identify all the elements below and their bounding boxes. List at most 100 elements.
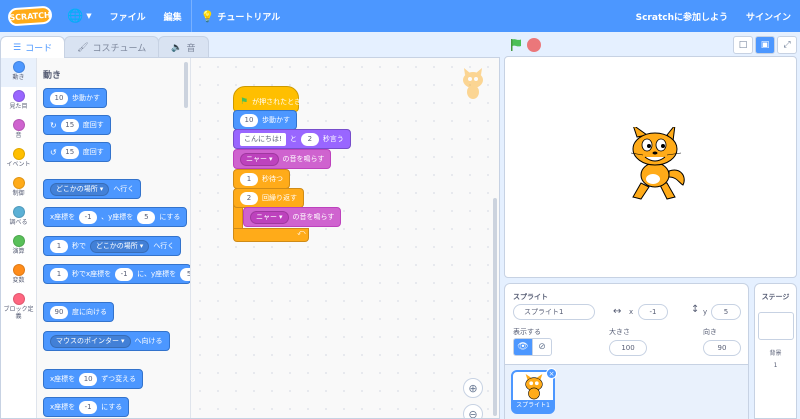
tab-costumes[interactable]: 🖌 コスチューム — [64, 36, 160, 58]
stage-thumbnail[interactable] — [758, 312, 794, 340]
category-control[interactable]: 制御 — [1, 174, 36, 203]
category-dot — [12, 264, 25, 276]
language-menu[interactable]: 🌐 ▼ — [58, 0, 101, 32]
category-motion[interactable]: 動き — [1, 58, 36, 87]
block-text: x座標を — [50, 403, 76, 411]
green-flag-button[interactable] — [509, 38, 523, 52]
file-menu[interactable]: ファイル — [101, 0, 155, 32]
block-palette: 動き 10 歩動かす ↻ 15 度回す ↺ 15 度回す どこかの場所 ▾ へ行く… — [37, 58, 191, 418]
category-dot — [12, 293, 25, 305]
block-text: 秒言う — [322, 135, 344, 143]
category-events[interactable]: イベント — [1, 145, 36, 174]
block-dropdown[interactable]: どこかの場所 ▾ — [90, 239, 150, 253]
direction-field[interactable]: 90 — [703, 340, 741, 356]
block-input[interactable]: 5 — [180, 267, 190, 281]
block-input[interactable]: 15 — [60, 145, 79, 159]
category-my-blocks[interactable]: ブロック定義 — [1, 290, 36, 326]
stop-button[interactable] — [527, 38, 541, 52]
size-field[interactable]: 100 — [609, 340, 647, 356]
block-input[interactable]: 1 — [50, 239, 68, 253]
block-input[interactable]: 1 — [50, 267, 68, 281]
sprite-name-field[interactable]: スプライト1 — [513, 304, 595, 320]
block-set-x[interactable]: x座標を -1 にする — [43, 397, 130, 417]
block-say-for-secs[interactable]: こんにちは! と 2 秒言う — [233, 129, 351, 149]
block-dropdown[interactable]: マウスのポインター ▾ — [50, 334, 131, 348]
block-input[interactable]: -1 — [79, 400, 98, 414]
block-text: へ向ける — [134, 337, 163, 345]
block-point-towards[interactable]: マウスのポインター ▾ へ向ける — [43, 331, 170, 351]
normal-stage-button[interactable]: ▣ — [755, 36, 775, 54]
stage-selector-pane[interactable]: ステージ 背景 1 — [754, 283, 797, 419]
block-when-flag-clicked[interactable]: ⚑ が押されたとき — [233, 86, 301, 112]
category-label: 制御 — [12, 190, 25, 197]
block-dropdown[interactable]: ニャー ▾ — [250, 210, 289, 224]
sprite-watermark-icon — [463, 68, 483, 99]
block-play-sound[interactable]: ニャー ▾ の音を鳴らす — [233, 149, 332, 169]
block-turn-right[interactable]: ↻ 15 度回す — [43, 115, 111, 135]
block-go-to-xy[interactable]: x座標を -1 、y座標を 5 にする — [43, 207, 188, 227]
x-arrows-icon: ↔ — [613, 306, 622, 317]
block-move-steps[interactable]: 10 歩動かす — [233, 110, 297, 130]
block-text: 度回す — [82, 148, 104, 156]
block-input[interactable]: 10 — [240, 113, 258, 127]
join-scratch-link[interactable]: Scratchに参加しよう — [627, 0, 737, 32]
block-dropdown[interactable]: どこかの場所 ▾ — [50, 182, 110, 196]
edit-menu[interactable]: 編集 — [155, 0, 191, 32]
block-go-to[interactable]: どこかの場所 ▾ へ行く — [43, 179, 142, 199]
cat-sprite[interactable] — [623, 127, 693, 207]
x-field[interactable]: -1 — [638, 304, 668, 320]
category-sound[interactable]: 音 — [1, 116, 36, 145]
y-field[interactable]: 5 — [711, 304, 741, 320]
loop-arrow-icon: ⤺ — [297, 228, 306, 237]
show-sprite-button[interactable]: 👁 — [513, 338, 533, 356]
block-input[interactable]: 2 — [300, 132, 319, 146]
block-change-x[interactable]: x座標を 10 ずつ変える — [43, 369, 143, 389]
category-variables[interactable]: 変数 — [1, 261, 36, 290]
block-input[interactable]: 15 — [60, 118, 79, 132]
palette-scrollbar[interactable] — [184, 62, 188, 108]
category-operators[interactable]: 演算 — [1, 232, 36, 261]
block-input[interactable]: -1 — [79, 210, 98, 224]
block-glide[interactable]: 1 秒で どこかの場所 ▾ へ行く — [43, 236, 182, 256]
block-text: ずつ変える — [101, 375, 136, 383]
fullscreen-button[interactable]: ⤢ — [777, 36, 797, 54]
category-sensing[interactable]: 調べる — [1, 203, 36, 232]
category-dot — [12, 119, 25, 131]
scratch-logo[interactable]: SCRATCH — [7, 5, 53, 27]
small-stage-button[interactable]: □ — [733, 36, 753, 54]
sprite-thumbnail[interactable]: スプライト1 × — [511, 368, 557, 414]
block-input[interactable]: 1 — [240, 172, 258, 186]
block-wait[interactable]: 1 秒待つ — [233, 169, 290, 189]
block-input[interactable]: -1 — [115, 267, 134, 281]
tutorials-button[interactable]: 💡 チュートリアル — [192, 0, 290, 32]
delete-sprite-icon[interactable]: × — [546, 368, 557, 379]
block-dropdown[interactable]: ニャー ▾ — [240, 152, 279, 166]
block-move-steps[interactable]: 10 歩動かす — [43, 88, 107, 108]
block-glide-xy[interactable]: 1 秒でx座標を -1 に、y座標を 5 — [43, 264, 190, 284]
block-text: の音を鳴らす — [292, 213, 335, 221]
block-input[interactable]: 10 — [50, 91, 68, 105]
dropdown-value: どこかの場所 — [96, 242, 138, 250]
zoom-in-button[interactable]: ⊕ — [463, 378, 483, 398]
sign-in-link[interactable]: サインイン — [737, 0, 800, 32]
category-label: 調べる — [9, 219, 28, 226]
zoom-out-button[interactable]: ⊖ — [463, 404, 483, 418]
script-area[interactable]: ⚑ が押されたとき 10 歩動かす こんにちは! と 2 秒言う ニャー ▾ の音… — [191, 58, 499, 418]
hide-sprite-button[interactable]: ⊘ — [532, 338, 552, 356]
script-scrollbar[interactable] — [493, 198, 497, 416]
block-input[interactable]: 2 — [240, 191, 258, 205]
block-turn-left[interactable]: ↺ 15 度回す — [43, 142, 111, 162]
tab-sounds[interactable]: 🔈 音 — [158, 36, 209, 58]
block-input[interactable]: 10 — [79, 372, 98, 386]
show-label: 表示する — [513, 328, 541, 336]
block-input[interactable]: 5 — [137, 210, 156, 224]
block-input[interactable]: 90 — [50, 305, 68, 319]
block-text-input[interactable]: こんにちは! — [240, 132, 286, 146]
block-repeat[interactable]: 2 回繰り返す — [233, 188, 304, 208]
block-text: に、y座標を — [137, 270, 177, 278]
category-looks[interactable]: 見た目 — [1, 87, 36, 116]
tab-code[interactable]: ☰ コード — [0, 36, 66, 58]
block-point-in-direction[interactable]: 90 度に向ける — [43, 302, 114, 322]
stage-canvas[interactable] — [504, 56, 797, 278]
block-play-sound[interactable]: ニャー ▾ の音を鳴らす — [243, 207, 342, 227]
